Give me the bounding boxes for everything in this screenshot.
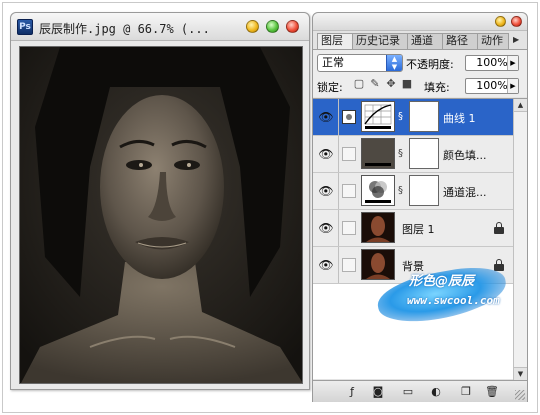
scroll-up-arrow-icon[interactable]: ▲ — [514, 99, 527, 112]
new-layer-icon[interactable]: ❐ — [459, 385, 473, 399]
close-button[interactable] — [286, 20, 299, 33]
opacity-value: 100% — [476, 56, 508, 69]
minimize-button[interactable] — [246, 20, 259, 33]
fill-value: 100% — [476, 79, 508, 92]
fill-field[interactable]: 100% ▶ — [465, 78, 519, 94]
layer-name: 曲线 1 — [443, 112, 476, 125]
layer-name: 颜色填... — [443, 149, 487, 162]
photoshop-app-icon: Ps — [17, 19, 33, 35]
fill-label: 填充: — [424, 81, 450, 94]
select-updown-icon: ▲ ▼ — [386, 55, 402, 71]
layer-link-box[interactable] — [342, 147, 356, 161]
layer-options: 正常 ▲ ▼ 不透明度: 100% ▶ 锁定: ▢ ✎ ✥ ■ 填充: 100% … — [313, 49, 527, 97]
panel-minimize-button[interactable] — [495, 16, 506, 27]
divider — [338, 247, 339, 283]
visibility-eye-icon[interactable]: 👁 — [318, 184, 334, 198]
tab-layers[interactable]: 图层 — [317, 33, 353, 49]
layers-bottom-toolbar: ƒ ◙ ▭ ◐ ❐ 🗑 — [313, 380, 527, 402]
layer-link-box[interactable] — [342, 221, 356, 235]
layer-list-scrollbar[interactable]: ▲ ▼ — [513, 99, 527, 380]
layer-row-layer-1[interactable]: 👁 图层 1 — [313, 210, 513, 247]
document-window: Ps 辰辰制作.jpg @ 66.7% (... — [10, 12, 310, 390]
layer-row-color-fill[interactable]: 👁 § 颜色填... — [313, 136, 513, 173]
divider — [338, 173, 339, 209]
lock-transparency-icon[interactable]: ▢ — [353, 78, 365, 90]
layers-panel: 图层 历史记录 通道 路径 动作 ▶ 正常 ▲ ▼ 不透明度: 100% ▶ 锁定… — [312, 12, 528, 402]
lock-image-pixels-icon[interactable]: ✎ — [369, 78, 381, 90]
layer-mask-thumbnail[interactable] — [409, 101, 439, 132]
layer-row-channel-mixer[interactable]: 👁 § 通道混... — [313, 173, 513, 210]
document-title: 辰辰制作.jpg @ 66.7% (... — [39, 22, 210, 36]
layer-link-box[interactable] — [342, 184, 356, 198]
panel-menu-arrow-icon[interactable]: ▶ — [513, 35, 519, 44]
layer-row-curves[interactable]: 👁 § 曲线 1 — [313, 99, 513, 136]
opacity-label: 不透明度: — [406, 58, 454, 71]
panel-close-button[interactable] — [511, 16, 522, 27]
chain-link-icon[interactable]: § — [398, 148, 406, 160]
watermark-url: www.swcool.com — [407, 294, 500, 307]
visibility-eye-icon[interactable]: 👁 — [318, 110, 334, 124]
layer-mask-thumbnail[interactable] — [409, 175, 439, 206]
portrait-image — [20, 47, 302, 383]
visibility-eye-icon[interactable]: 👁 — [318, 147, 334, 161]
channel-mixer-adjustment-icon — [361, 175, 395, 206]
chain-link-icon[interactable]: § — [398, 111, 406, 123]
divider — [338, 136, 339, 172]
document-titlebar[interactable]: Ps 辰辰制作.jpg @ 66.7% (... — [11, 13, 309, 41]
visibility-eye-icon[interactable]: 👁 — [318, 221, 334, 235]
layer-list: 👁 § 曲线 1 👁 § 颜色填... 👁 § 通道混... 👁 图层 1 👁 … — [313, 98, 527, 380]
color-fill-thumbnail — [361, 138, 395, 169]
curves-adjustment-icon — [361, 101, 395, 132]
layer-name: 通道混... — [443, 186, 487, 199]
portrait-thumbnail — [361, 212, 395, 243]
lock-label: 锁定: — [317, 81, 343, 94]
layer-link-box[interactable] — [342, 258, 356, 272]
watermark-title: 形色@辰辰 — [409, 274, 475, 289]
adjustment-layer-icon[interactable]: ◐ — [429, 385, 443, 399]
divider — [338, 99, 339, 135]
layer-mask-thumbnail[interactable] — [409, 138, 439, 169]
watermark: 形色@辰辰 www.swcool.com — [369, 261, 511, 329]
blend-mode-select[interactable]: 正常 ▲ ▼ — [317, 54, 403, 72]
document-canvas[interactable] — [19, 46, 303, 384]
layer-mask-link-box[interactable] — [342, 110, 356, 124]
layer-name: 图层 1 — [402, 223, 435, 236]
scroll-down-arrow-icon[interactable]: ▼ — [514, 367, 527, 380]
fill-slider-arrow-icon[interactable]: ▶ — [507, 79, 518, 93]
lock-icon — [494, 222, 504, 234]
panel-tabs: 图层 历史记录 通道 路径 动作 ▶ — [317, 33, 527, 49]
trash-icon[interactable]: 🗑 — [485, 385, 499, 399]
tab-channels[interactable]: 通道 — [407, 33, 443, 49]
blend-mode-value: 正常 — [322, 56, 344, 69]
lock-position-icon[interactable]: ✥ — [385, 78, 397, 90]
lock-all-icon[interactable]: ■ — [401, 78, 413, 90]
opacity-slider-arrow-icon[interactable]: ▶ — [507, 56, 518, 70]
layer-mask-icon[interactable]: ◙ — [371, 385, 385, 399]
maximize-button[interactable] — [266, 20, 279, 33]
panel-titlebar[interactable] — [313, 13, 527, 31]
visibility-eye-icon[interactable]: 👁 — [318, 258, 334, 272]
tab-history[interactable]: 历史记录 — [352, 33, 408, 49]
chain-link-icon[interactable]: § — [398, 185, 406, 197]
tab-actions[interactable]: 动作 — [477, 33, 509, 49]
resize-grip-icon[interactable] — [515, 390, 525, 400]
tab-paths[interactable]: 路径 — [442, 33, 478, 49]
opacity-field[interactable]: 100% ▶ — [465, 55, 519, 71]
mask-indicator-icon — [346, 114, 352, 120]
layer-style-icon[interactable]: ƒ — [345, 385, 359, 399]
new-group-icon[interactable]: ▭ — [401, 385, 415, 399]
divider — [338, 210, 339, 246]
